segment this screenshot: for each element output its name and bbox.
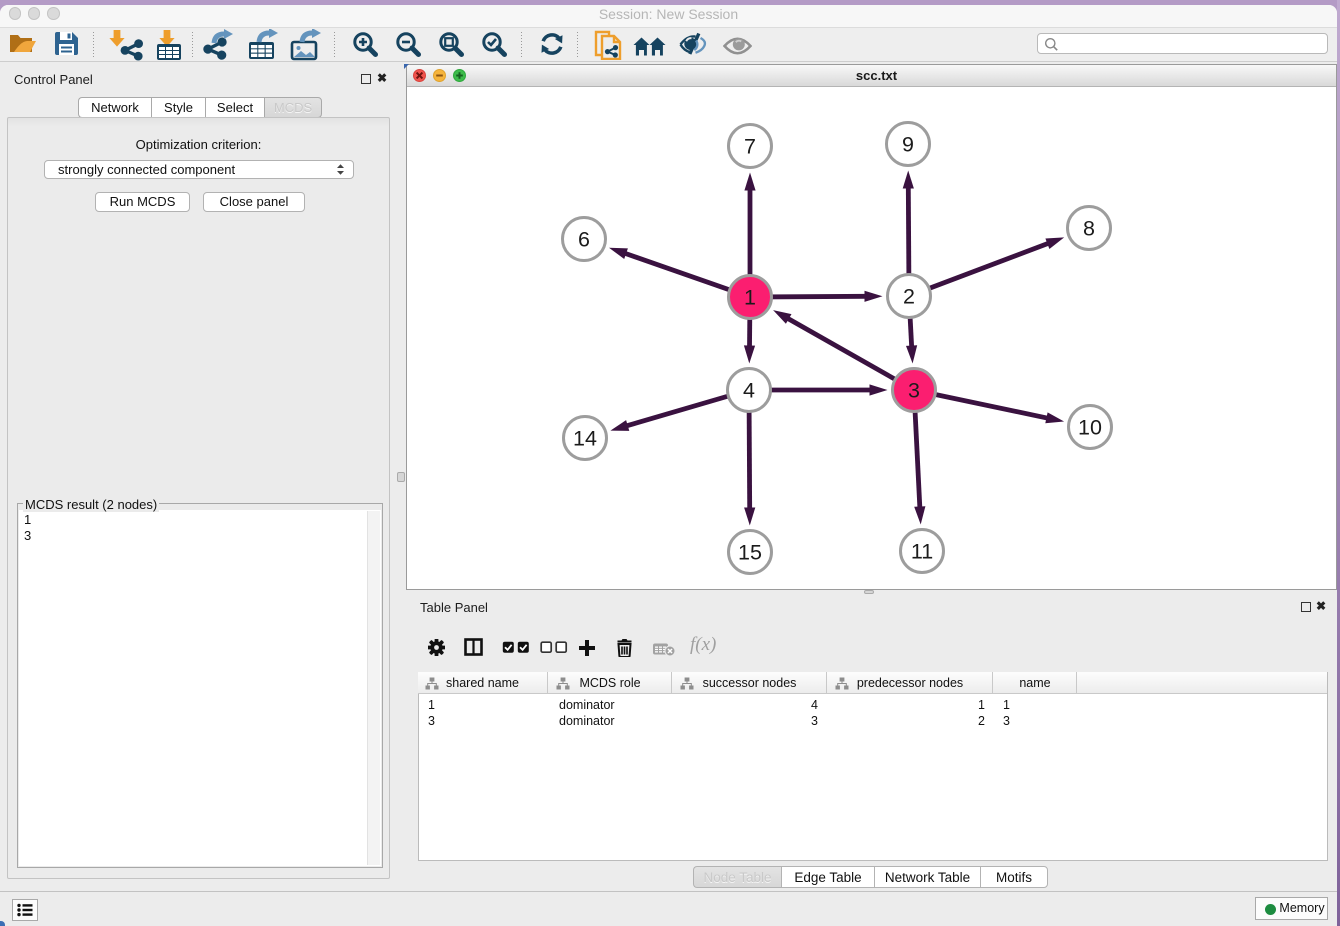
svg-text:6: 6 <box>578 228 590 252</box>
svg-text:2: 2 <box>903 285 915 309</box>
svg-text:14: 14 <box>573 427 597 451</box>
svg-text:15: 15 <box>738 541 762 565</box>
svg-text:3: 3 <box>908 379 920 403</box>
svg-text:8: 8 <box>1083 217 1095 241</box>
svg-text:10: 10 <box>1078 416 1102 440</box>
svg-text:9: 9 <box>902 133 914 157</box>
svg-text:11: 11 <box>911 540 933 564</box>
svg-text:1: 1 <box>744 286 756 310</box>
svg-text:4: 4 <box>743 379 755 403</box>
svg-text:7: 7 <box>744 135 756 159</box>
